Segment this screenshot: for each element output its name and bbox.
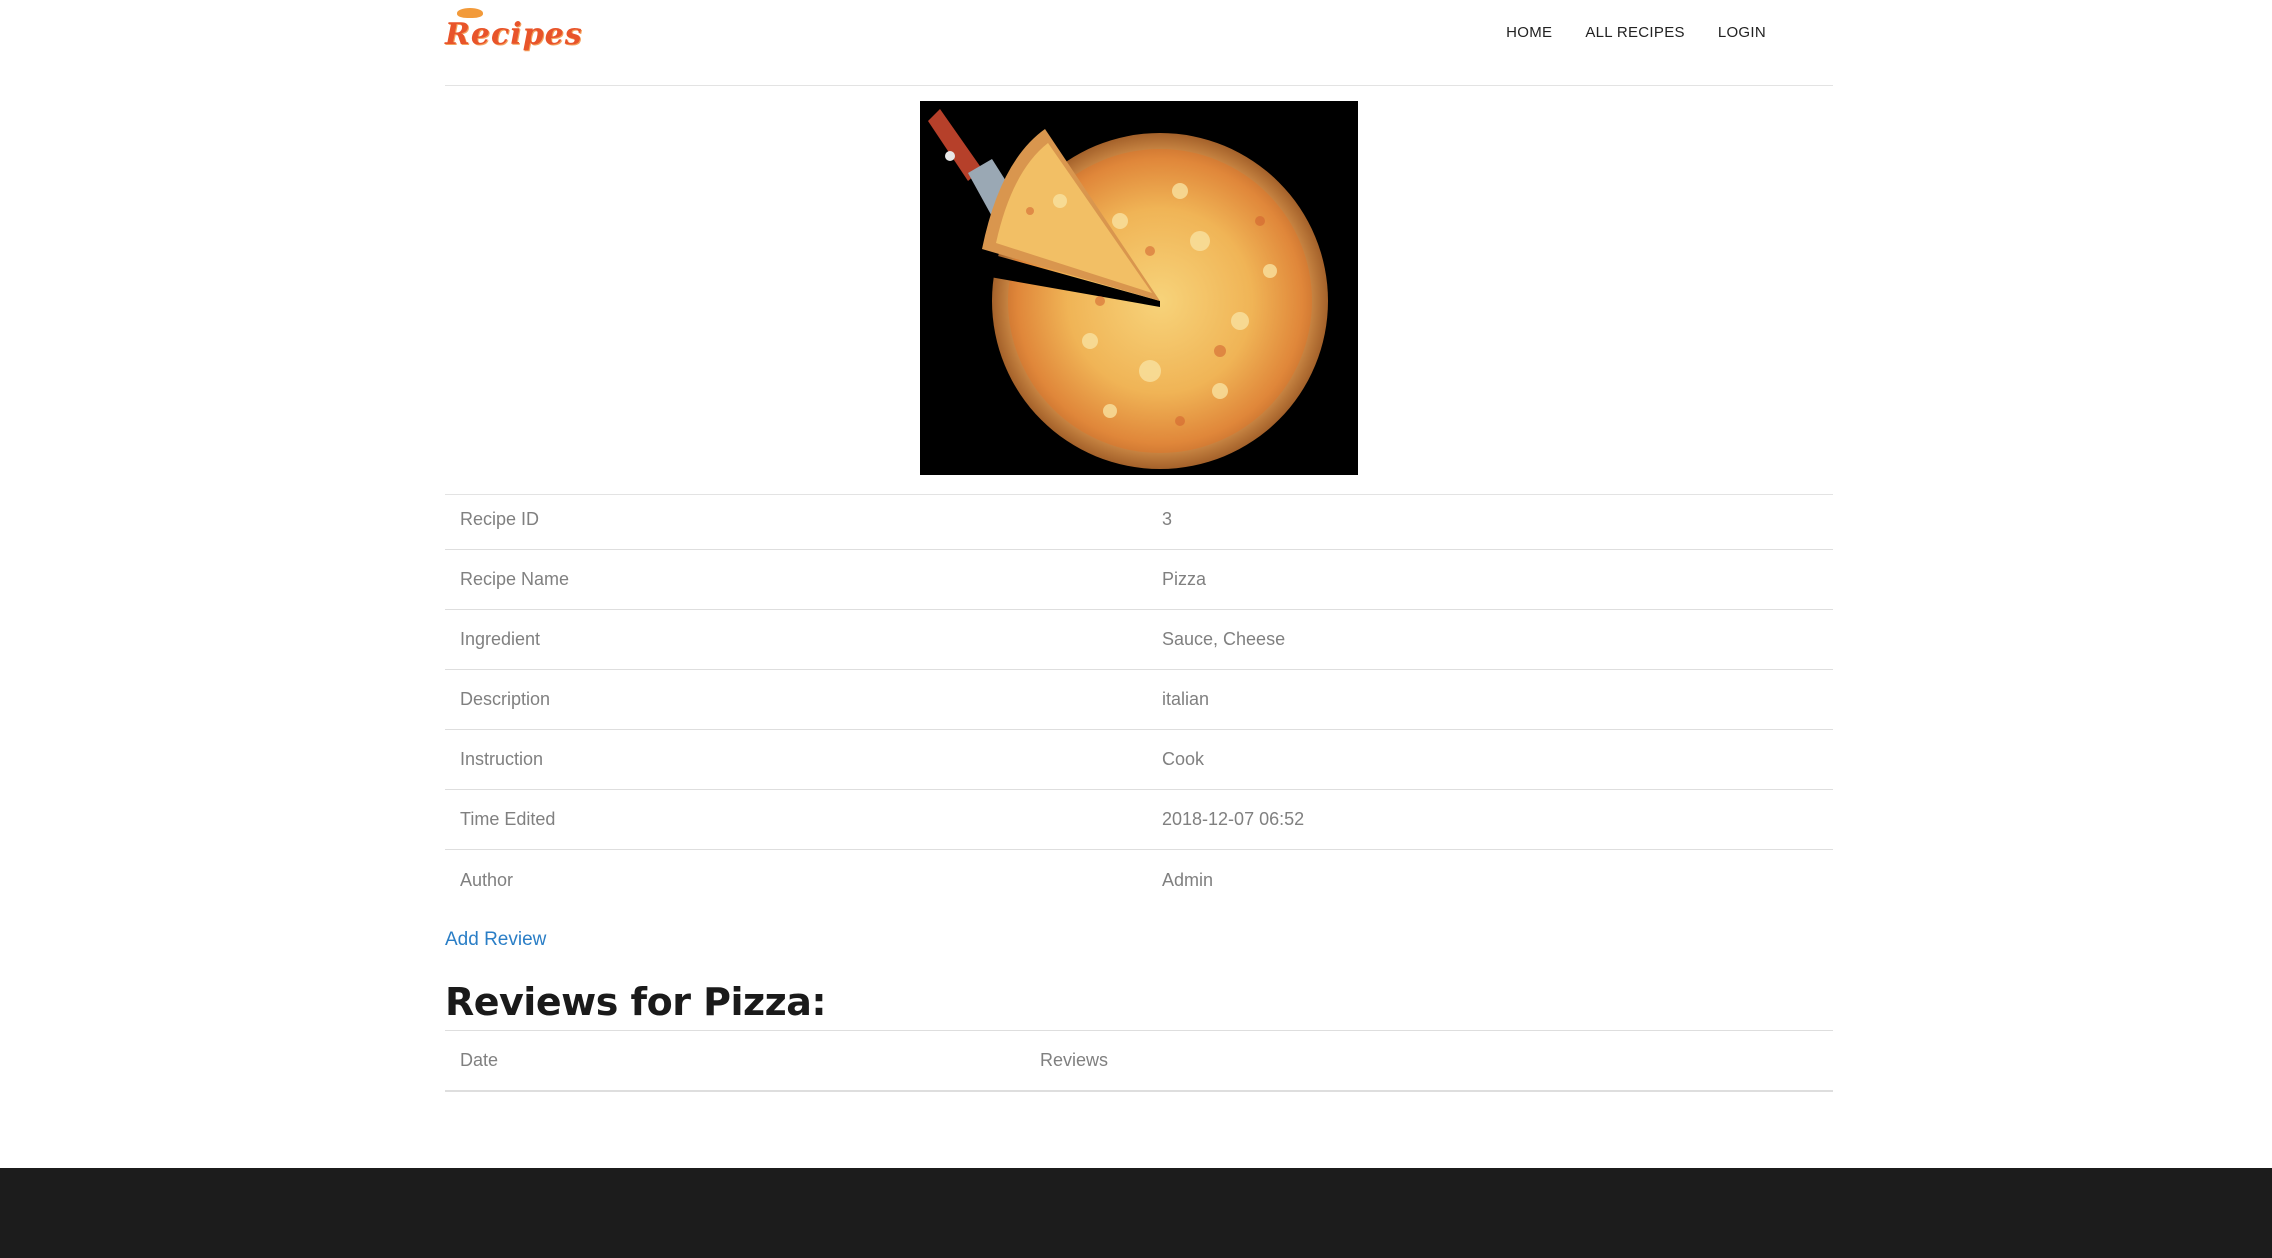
row-label: Recipe ID	[460, 509, 540, 529]
nav-all-recipes[interactable]: ALL RECIPES	[1585, 24, 1684, 41]
logo-text: Recipes	[445, 16, 583, 52]
site-footer	[0, 1168, 2272, 1258]
site-header: Recipes HOME ALL RECIPES LOGIN	[445, 0, 1833, 86]
recipe-image-section	[445, 86, 1833, 495]
nav-home[interactable]: HOME	[1506, 24, 1552, 41]
row-value: 3	[1162, 509, 1173, 529]
row-label: Author	[460, 869, 514, 890]
table-row: Recipe Name Pizza	[445, 550, 1833, 610]
recipe-details-table: Recipe ID 3 Recipe Name Pizza Ingredient…	[445, 490, 1833, 910]
add-review-link[interactable]: Add Review	[445, 929, 546, 951]
column-header-reviews: Reviews	[1040, 1050, 1109, 1070]
row-label: Description	[460, 689, 551, 709]
table-row: Recipe ID 3	[445, 490, 1833, 550]
site-logo[interactable]: Recipes	[445, 8, 583, 56]
row-value: italian	[1162, 689, 1210, 709]
row-value: Sauce, Cheese	[1162, 629, 1286, 649]
row-label: Recipe Name	[460, 569, 570, 589]
row-value: 2018-12-07 06:52	[1162, 809, 1305, 829]
row-value: Cook	[1162, 749, 1205, 769]
table-row: Ingredient Sauce, Cheese	[445, 610, 1833, 670]
row-value: Pizza	[1162, 569, 1207, 589]
table-row: Description italian	[445, 670, 1833, 730]
reviews-table-header: Date Reviews	[445, 1031, 1833, 1090]
page-container: Recipes HOME ALL RECIPES LOGIN Recipe ID…	[445, 0, 1833, 1092]
row-label: Ingredient	[460, 629, 541, 649]
table-row: Author Admin	[445, 850, 1833, 910]
table-row: Instruction Cook	[445, 730, 1833, 790]
row-label: Instruction	[460, 749, 544, 769]
row-label: Time Edited	[460, 809, 556, 829]
nav-login[interactable]: LOGIN	[1718, 24, 1766, 41]
table-row: Time Edited 2018-12-07 06:52	[445, 790, 1833, 850]
reviews-table: Date Reviews	[445, 1030, 1833, 1092]
main-nav: HOME ALL RECIPES LOGIN	[1506, 24, 1766, 41]
pizza-image	[920, 101, 1358, 475]
logo-decoration-icon	[457, 8, 483, 18]
reviews-heading: Reviews for Pizza:	[445, 980, 827, 1024]
row-value: Admin	[1162, 869, 1214, 890]
column-header-date: Date	[460, 1050, 499, 1070]
